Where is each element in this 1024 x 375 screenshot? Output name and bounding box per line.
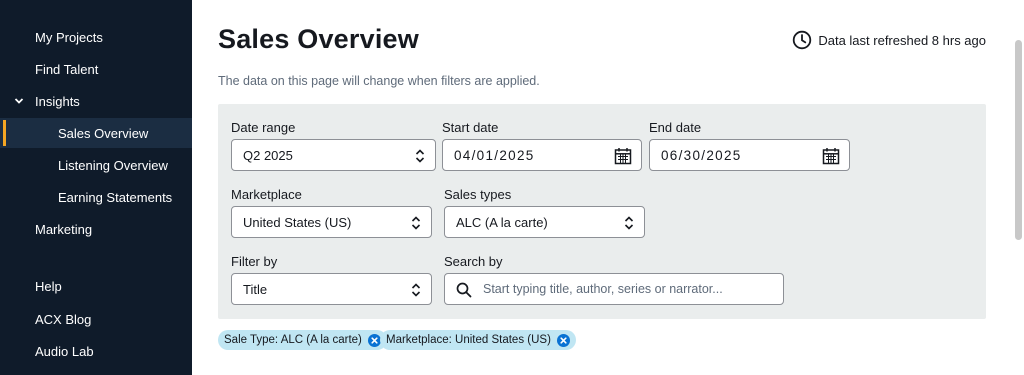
calendar-icon[interactable]: [614, 147, 632, 165]
search-field[interactable]: [444, 273, 784, 305]
scrollbar[interactable]: [1015, 40, 1022, 240]
filter-by-value: Title: [243, 281, 268, 297]
start-date-field[interactable]: 04/01/2025: [442, 139, 642, 171]
chevron-down-icon: [14, 98, 24, 104]
clock-icon: [793, 30, 812, 50]
sales-types-value: ALC (A la carte): [456, 214, 548, 230]
applied-filter-chip-marketplace: Marketplace: United States (US): [380, 330, 576, 350]
updown-chevron-icon: [415, 149, 425, 163]
start-date-value: 04/01/2025: [454, 147, 535, 163]
search-icon: [456, 282, 472, 298]
updown-chevron-icon: [411, 283, 421, 297]
search-input[interactable]: [483, 282, 773, 296]
sidebar-item-find-talent[interactable]: Find Talent: [0, 54, 192, 84]
page-title: Sales Overview: [218, 24, 419, 54]
refresh-text: Data last refreshed 8 hrs ago: [818, 32, 986, 48]
date-range-select[interactable]: Q2 2025: [231, 139, 436, 171]
close-circle-icon[interactable]: [556, 333, 570, 347]
sales-types-label: Sales types: [444, 187, 512, 202]
sidebar-item-my-projects[interactable]: My Projects: [0, 22, 192, 52]
sidebar-item-acx-blog[interactable]: ACX Blog: [0, 304, 192, 334]
sidebar-item-help[interactable]: Help: [0, 271, 192, 301]
sidebar-item-audio-lab[interactable]: Audio Lab: [0, 336, 192, 366]
sidebar-item-listening-overview[interactable]: Listening Overview: [0, 150, 192, 180]
start-date-label: Start date: [442, 120, 499, 135]
search-by-label: Search by: [444, 254, 503, 269]
sidebar-item-label: Marketing: [35, 221, 93, 237]
sidebar-item-label: ACX Blog: [35, 311, 92, 327]
filter-by-label: Filter by: [231, 254, 278, 269]
sidebar-item-label: Sales Overview: [58, 125, 149, 141]
sidebar-item-marketing[interactable]: Marketing: [0, 214, 192, 244]
main-content: Sales Overview Data last refreshed 8 hrs…: [192, 0, 1024, 375]
sidebar: My Projects Find Talent Insights Sales O…: [0, 0, 192, 375]
applied-filter-chip-sale-type: Sale Type: ALC (A la carte): [218, 330, 387, 350]
sales-types-select[interactable]: ALC (A la carte): [444, 206, 645, 238]
sidebar-item-sales-overview[interactable]: Sales Overview: [0, 118, 192, 148]
updown-chevron-icon: [624, 216, 634, 230]
data-refresh-status: Data last refreshed 8 hrs ago: [792, 30, 986, 50]
page-description: The data on this page will change when f…: [218, 74, 540, 88]
end-date-value: 06/30/2025: [661, 147, 742, 163]
marketplace-value: United States (US): [243, 214, 352, 230]
marketplace-label: Marketplace: [231, 187, 302, 202]
filter-panel: Date range Q2 2025 Start date 04/01/2025…: [218, 104, 986, 319]
sidebar-item-label: Help: [35, 278, 62, 294]
filter-by-select[interactable]: Title: [231, 273, 432, 305]
updown-chevron-icon: [411, 216, 421, 230]
end-date-label: End date: [649, 120, 702, 135]
sidebar-item-label: Find Talent: [35, 61, 99, 77]
marketplace-select[interactable]: United States (US): [231, 206, 432, 238]
sidebar-item-label: Audio Lab: [35, 343, 94, 359]
date-range-value: Q2 2025: [243, 147, 293, 163]
close-circle-icon[interactable]: [367, 333, 381, 347]
sidebar-item-label: Listening Overview: [58, 157, 168, 173]
chip-label: Sale Type: ALC (A la carte): [224, 334, 362, 346]
sidebar-item-insights[interactable]: Insights: [0, 86, 192, 116]
end-date-field[interactable]: 06/30/2025: [649, 139, 850, 171]
sidebar-item-label: Insights: [35, 93, 80, 109]
calendar-icon[interactable]: [822, 147, 840, 165]
sidebar-item-label: My Projects: [35, 29, 103, 45]
sidebar-item-earning-statements[interactable]: Earning Statements: [0, 182, 192, 212]
sidebar-item-label: Earning Statements: [58, 189, 173, 205]
date-range-label: Date range: [231, 120, 296, 135]
chip-label: Marketplace: United States (US): [386, 334, 551, 346]
